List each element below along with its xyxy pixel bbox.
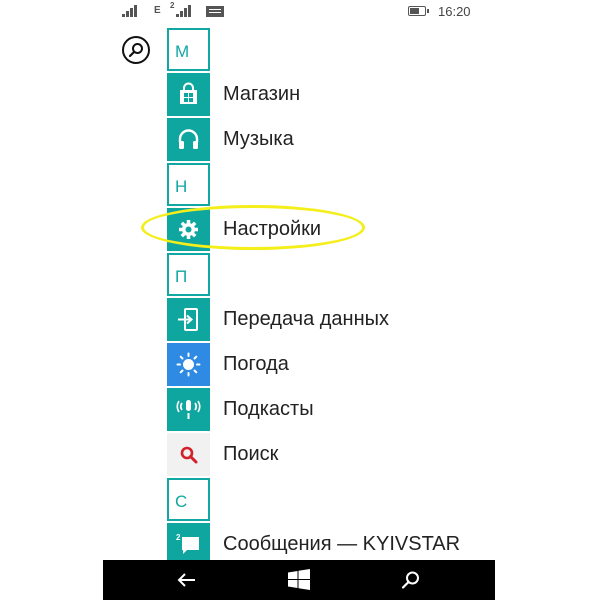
signal-strength-sim2-icon: [176, 5, 196, 17]
microphone-icon: [176, 400, 201, 419]
app-tile[interactable]: [167, 118, 210, 161]
back-button[interactable]: [175, 568, 199, 592]
app-name[interactable]: Передача данных: [223, 308, 389, 331]
signal-strength-sim1-icon: [122, 5, 142, 17]
letter-tile[interactable]: М: [167, 28, 210, 71]
sim1-network-type: E: [154, 5, 161, 16]
navigation-bar: [103, 560, 495, 600]
sun-icon: [176, 352, 201, 377]
phone-screen: E 2 16:20 М Магазин Музыка Н Настройки П…: [103, 0, 495, 600]
app-item-weather[interactable]: Погода: [167, 342, 495, 387]
app-name[interactable]: Магазин: [223, 83, 300, 106]
app-tile[interactable]: [167, 343, 210, 386]
search-nav-button[interactable]: [399, 568, 423, 592]
app-item-store[interactable]: Магазин: [167, 72, 495, 117]
app-name[interactable]: Подкасты: [223, 398, 314, 421]
back-arrow-icon: [177, 573, 195, 587]
app-item-data-transfer[interactable]: Передача данных: [167, 297, 495, 342]
letter-tile[interactable]: Н: [167, 163, 210, 206]
clock: 16:20: [438, 4, 471, 19]
letter-group-s[interactable]: С: [167, 477, 495, 522]
letter-group-m[interactable]: М: [167, 27, 495, 72]
app-name[interactable]: Поиск: [223, 443, 278, 466]
app-name[interactable]: Погода: [223, 353, 289, 376]
battery-icon: [408, 6, 429, 16]
sim2-indicator: 2: [170, 1, 175, 10]
search-icon: [180, 446, 198, 464]
search-button[interactable]: [122, 36, 150, 64]
app-tile[interactable]: [167, 433, 210, 476]
start-button[interactable]: [287, 568, 311, 592]
app-tile[interactable]: [167, 208, 210, 251]
gear-icon: [179, 220, 198, 239]
app-item-settings[interactable]: Настройки: [167, 207, 495, 252]
status-bar: E 2 16:20: [103, 0, 495, 24]
store-icon: [180, 82, 197, 104]
app-item-podcasts[interactable]: Подкасты: [167, 387, 495, 432]
search-icon: [401, 571, 419, 589]
letter-tile[interactable]: С: [167, 478, 210, 521]
app-item-search[interactable]: Поиск: [167, 432, 495, 477]
svg-text:2: 2: [176, 533, 181, 542]
transfer-icon: [178, 308, 198, 331]
letter-group-p[interactable]: П: [167, 252, 495, 297]
letter-group-n[interactable]: Н: [167, 162, 495, 207]
letter-tile[interactable]: П: [167, 253, 210, 296]
app-list: М Магазин Музыка Н Настройки П Передача …: [167, 27, 495, 567]
headphones-icon: [178, 129, 199, 149]
app-tile[interactable]: [167, 388, 210, 431]
app-name[interactable]: Сообщения — KYIVSTAR: [223, 533, 460, 556]
app-tile[interactable]: [167, 298, 210, 341]
message-icon: 2: [176, 533, 199, 554]
search-icon: [128, 43, 143, 58]
app-name[interactable]: Музыка: [223, 128, 294, 151]
windows-logo-icon: [288, 569, 310, 590]
notification-message-icon: [206, 6, 224, 17]
app-item-music[interactable]: Музыка: [167, 117, 495, 162]
app-tile[interactable]: [167, 73, 210, 116]
app-name[interactable]: Настройки: [223, 218, 321, 241]
